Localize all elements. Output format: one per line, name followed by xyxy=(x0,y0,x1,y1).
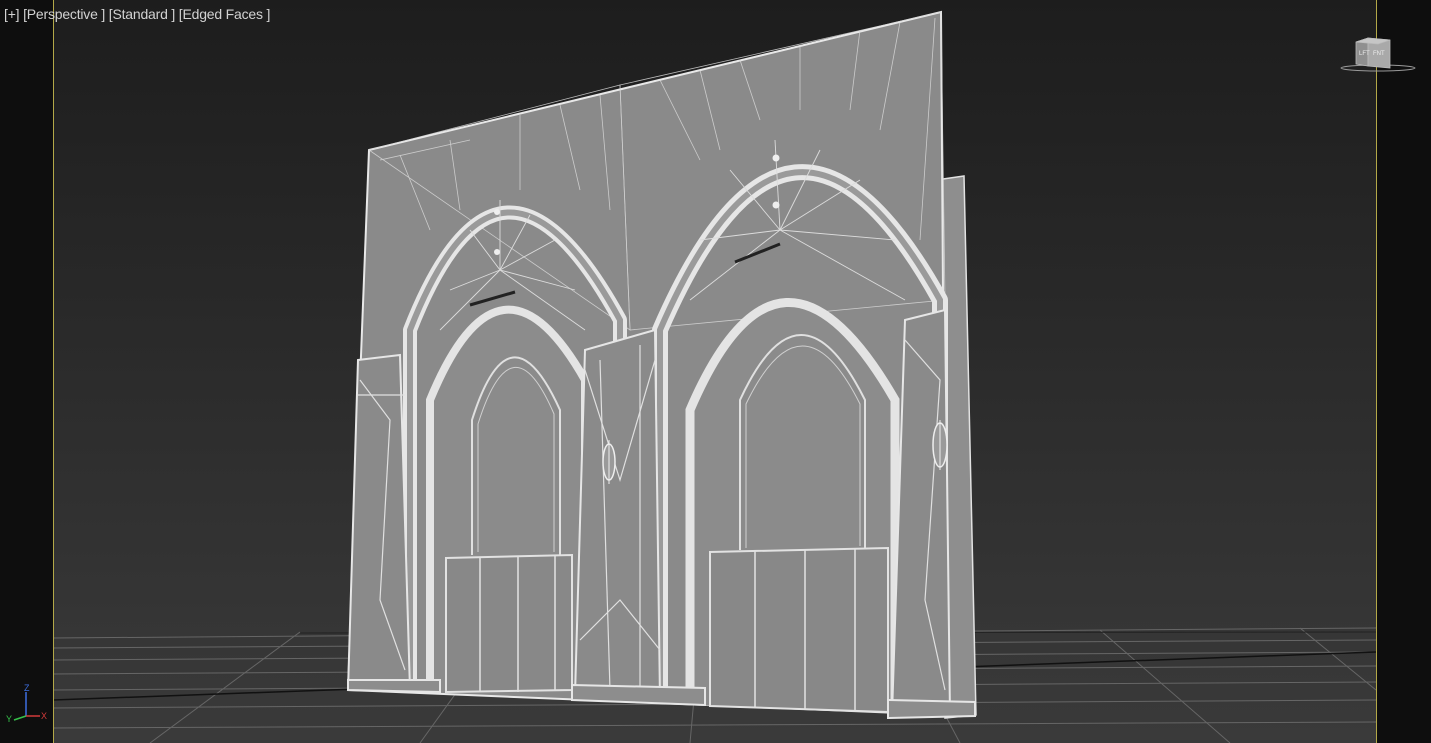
viewport-display-mode-menu[interactable]: [Edged Faces ] xyxy=(179,6,271,22)
viewcube-face-front[interactable]: FNT xyxy=(1373,51,1385,57)
scene-canvas[interactable] xyxy=(53,0,1376,743)
safe-frame-right xyxy=(1376,0,1377,743)
axis-y-label: Y xyxy=(6,714,12,724)
viewcube-face-left[interactable]: LFT xyxy=(1359,51,1370,57)
safe-frame-left xyxy=(53,0,54,743)
viewport-label-menu: [+] [Perspective ] [Standard ] [Edged Fa… xyxy=(4,6,270,22)
lantern-right xyxy=(932,420,948,470)
viewport-view-menu[interactable]: [Perspective ] xyxy=(23,6,105,22)
axis-x-label: X xyxy=(41,711,47,721)
axis-z-label: Z xyxy=(24,684,30,693)
viewport-plus-menu[interactable]: [+] xyxy=(4,6,20,22)
viewcube-icon[interactable]: LFT FNT xyxy=(1338,34,1418,74)
perspective-viewport[interactable] xyxy=(53,0,1376,743)
arch-wall-model[interactable] xyxy=(346,10,977,720)
viewport-shading-menu[interactable]: [Standard ] xyxy=(109,6,175,22)
axis-tripod-icon: Z X Y xyxy=(6,684,47,724)
